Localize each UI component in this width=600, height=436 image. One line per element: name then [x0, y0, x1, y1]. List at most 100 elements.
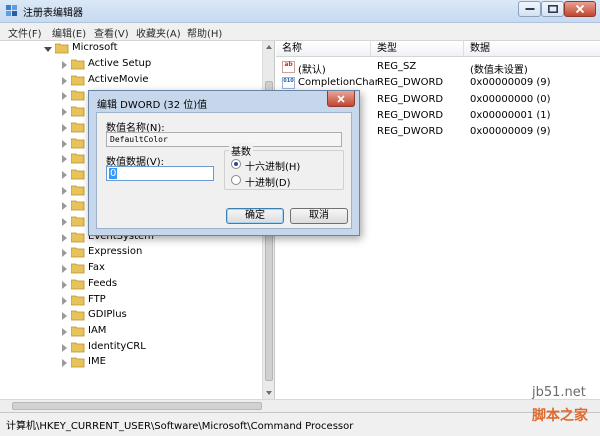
expanded-arrow-icon[interactable] [44, 47, 52, 52]
string-value-icon: ab [282, 61, 295, 73]
scroll-down-icon[interactable] [266, 391, 272, 395]
collapsed-arrow-icon[interactable] [62, 359, 67, 368]
value-name-field: DefaultColor [106, 132, 342, 147]
collapsed-arrow-icon[interactable] [62, 186, 67, 195]
collapsed-arrow-icon[interactable] [62, 312, 67, 321]
tree-item[interactable]: FTP [0, 293, 262, 309]
tree-item-label: IAM [88, 324, 107, 336]
menu-view[interactable]: 查看(V) [94, 25, 129, 40]
tree-item[interactable]: Fax [0, 261, 262, 277]
value-data: 0x00000009 (9) [470, 77, 551, 89]
tree-item-label: FTP [88, 293, 106, 305]
collapsed-arrow-icon[interactable] [62, 202, 67, 211]
maximize-button[interactable] [541, 1, 564, 17]
maximize-icon [547, 5, 558, 13]
ok-button[interactable]: 确定 [226, 208, 284, 224]
title-bar: 注册表编辑器 [0, 0, 600, 23]
collapsed-arrow-icon[interactable] [62, 327, 67, 336]
radio-label: 十六进制(H) [245, 162, 301, 173]
menu-favorites[interactable]: 收藏夹(A) [136, 25, 181, 40]
minimize-button[interactable] [518, 1, 541, 17]
scroll-thumb[interactable] [12, 402, 262, 410]
column-header-name[interactable]: 名称 [276, 41, 371, 57]
value-data: (数值未设置) [470, 65, 528, 76]
horizontal-scrollbar[interactable] [0, 399, 600, 413]
value-type: REG_DWORD [377, 126, 444, 138]
column-header-type[interactable]: 类型 [371, 41, 464, 57]
collapsed-arrow-icon[interactable] [62, 343, 67, 352]
value-name: (默认) [298, 65, 326, 76]
minimize-icon [525, 8, 534, 10]
value-data: 0x00000001 (1) [470, 109, 551, 121]
collapsed-arrow-icon[interactable] [62, 108, 67, 117]
tree-item[interactable]: ActiveMovie [0, 73, 262, 89]
folder-icon [71, 138, 85, 148]
value-data: 0x00000000 (0) [470, 93, 551, 105]
collapsed-arrow-icon[interactable] [62, 249, 67, 258]
collapsed-arrow-icon[interactable] [62, 123, 67, 132]
radio-checked-icon[interactable] [231, 159, 241, 169]
edit-dword-dialog: 编辑 DWORD (32 位)值 数值名称(N): DefaultColor 数… [88, 90, 360, 236]
folder-icon [71, 310, 85, 321]
tree-item[interactable]: Active Setup [0, 57, 262, 73]
folder-icon [71, 342, 85, 352]
collapsed-arrow-icon[interactable] [62, 139, 67, 148]
selected-text: 0 [109, 168, 118, 179]
radio-unchecked-icon[interactable] [231, 175, 241, 185]
value-name: CompletionChar [298, 77, 379, 89]
tree-item[interactable]: Feeds [0, 277, 262, 293]
column-header-data[interactable]: 数据 [464, 41, 600, 57]
menu-help[interactable]: 帮助(H) [187, 25, 222, 40]
radio-label: 十进制(D) [245, 178, 291, 189]
value-row[interactable]: 010 CompletionChar REG_DWORD 0x00000009 (9) [276, 75, 600, 91]
folder-icon [71, 216, 85, 227]
dword-value-icon: 010 [282, 77, 295, 90]
watermark-domain: jb51.net [532, 385, 586, 400]
dialog-close-button[interactable] [327, 91, 355, 107]
watermark-brand: 脚本之家 [532, 408, 588, 424]
collapsed-arrow-icon[interactable] [62, 92, 67, 101]
collapsed-arrow-icon[interactable] [62, 218, 67, 226]
scroll-up-icon[interactable] [266, 45, 272, 49]
value-type: REG_SZ [377, 61, 417, 72]
cancel-button[interactable]: 取消 [290, 208, 348, 224]
folder-icon [71, 295, 85, 305]
value-row[interactable]: ab (默认) REG_SZ (数值未设置) [276, 59, 600, 76]
close-button[interactable] [564, 1, 596, 17]
tree-item[interactable]: Expression [0, 245, 262, 261]
value-type: REG_DWORD [377, 93, 444, 105]
tree-item[interactable]: IME [0, 355, 262, 371]
folder-icon [71, 232, 85, 243]
collapsed-arrow-icon[interactable] [62, 61, 67, 69]
folder-icon [71, 106, 85, 117]
collapsed-arrow-icon[interactable] [62, 170, 67, 179]
tree-item-label: Expression [88, 246, 143, 258]
menu-file[interactable]: 文件(F) [8, 25, 42, 40]
tree-item[interactable]: GDIPlus [0, 308, 262, 324]
value-data-input[interactable]: 0 [106, 166, 214, 181]
tree-item[interactable]: IAM [0, 324, 262, 340]
tree-item[interactable]: IdentityCRL [0, 340, 262, 356]
value-data: 0x00000009 (9) [470, 126, 551, 138]
base-group-title: 基数 [229, 143, 253, 158]
menu-edit[interactable]: 编辑(E) [52, 25, 86, 40]
value-type: REG_DWORD [377, 77, 444, 89]
collapsed-arrow-icon[interactable] [62, 76, 67, 85]
collapsed-arrow-icon[interactable] [62, 280, 67, 289]
tree-item-microsoft[interactable]: Microsoft [0, 41, 262, 57]
collapsed-arrow-icon[interactable] [62, 233, 67, 242]
tree-item-label: IME [88, 356, 106, 368]
folder-icon [71, 357, 85, 368]
collapsed-arrow-icon[interactable] [62, 265, 67, 274]
folder-icon [71, 122, 85, 133]
folder-icon [71, 263, 85, 274]
window-title: 注册表编辑器 [23, 8, 83, 19]
collapsed-arrow-icon[interactable] [62, 296, 67, 305]
folder-icon [71, 153, 85, 164]
dialog-body: 数值名称(N): DefaultColor 数值数据(V): 0 基数 十六进制… [96, 112, 352, 229]
status-bar: 计算机\HKEY_CURRENT_USER\Software\Microsoft… [0, 412, 600, 436]
folder-open-icon [55, 43, 69, 54]
close-icon [337, 94, 345, 103]
collapsed-arrow-icon[interactable] [62, 155, 67, 164]
folder-icon [71, 90, 85, 101]
